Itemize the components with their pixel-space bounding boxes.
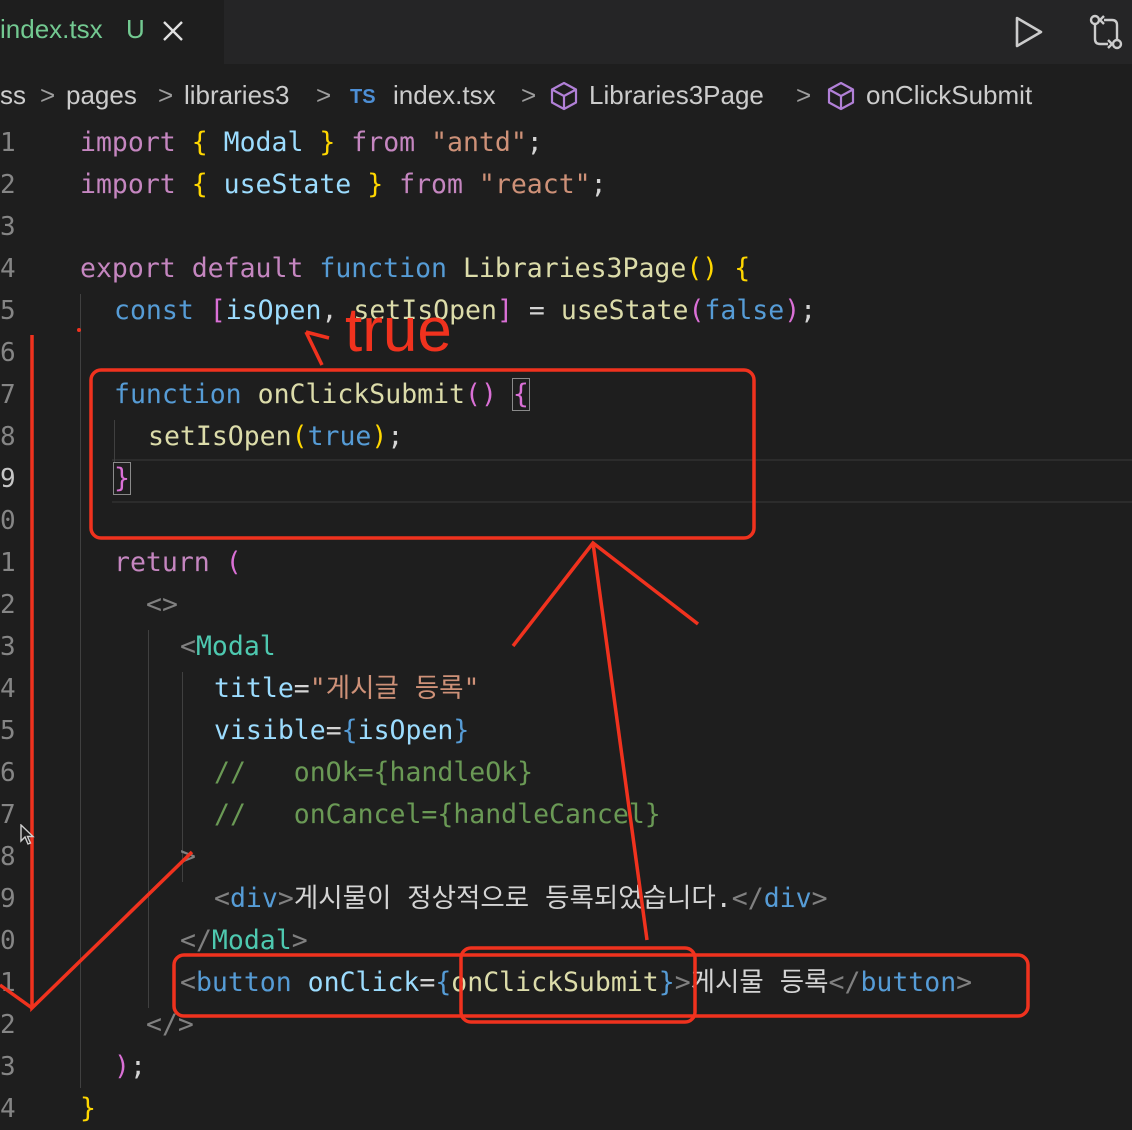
arrow-line (591, 542, 649, 941)
annotation-dot (77, 328, 81, 332)
flow-arrow-line (30, 335, 194, 1013)
red-annotation-overlay (0, 328, 1030, 1024)
flow-arrow-head (0, 983, 34, 1010)
highlight-box-onclick (459, 946, 697, 1024)
mouse-pointer-icon (20, 824, 35, 845)
highlight-box-function (89, 368, 756, 540)
annotation-true-label: true (345, 296, 452, 365)
highlight-box-button (172, 953, 1030, 1018)
true-pointer-arrow (304, 330, 330, 366)
